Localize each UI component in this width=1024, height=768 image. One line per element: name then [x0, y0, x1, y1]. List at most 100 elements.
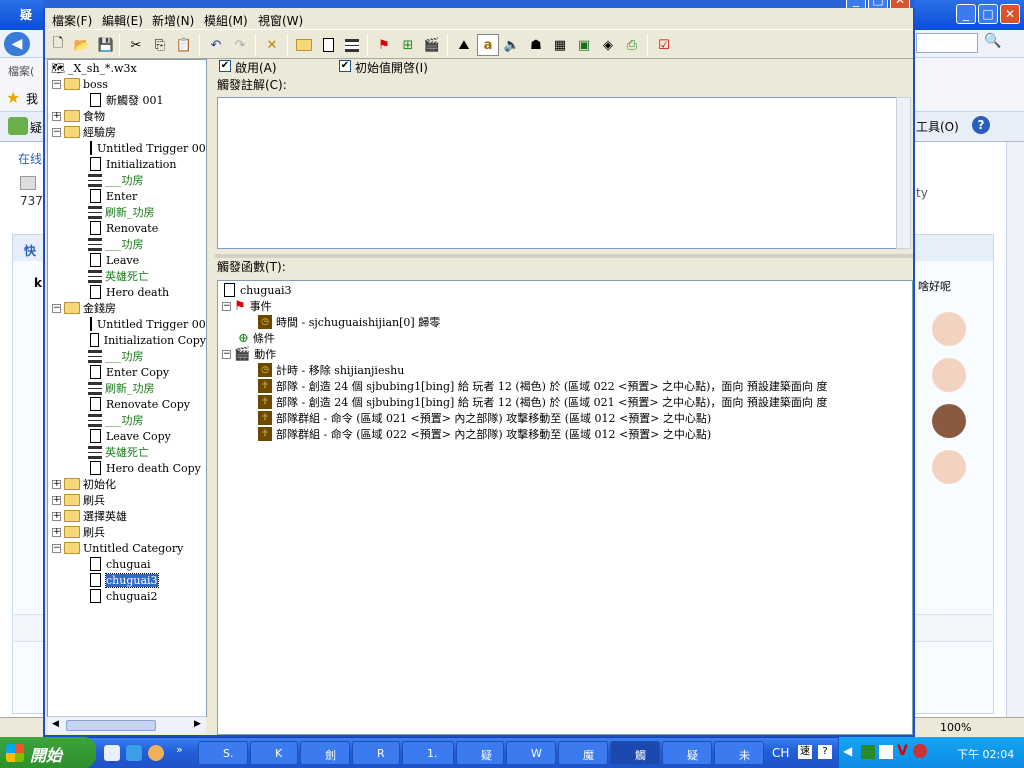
tree-trigger[interactable]: Leave [48, 252, 206, 268]
action-item[interactable]: ◷ 計時 - 移除 shijianjieshu [218, 362, 912, 378]
taskbar-item[interactable]: 疑 [456, 741, 504, 765]
tree-comment[interactable]: 英雄死亡 [48, 268, 206, 284]
tree-category[interactable]: + 選擇英雄 [48, 508, 206, 524]
actions-node[interactable]: − 🎬 動作 [218, 346, 912, 362]
terrain-editor-icon[interactable]: ⛰ [453, 34, 475, 56]
tree-trigger[interactable]: Hero death [48, 284, 206, 300]
tree-trigger[interactable]: Enter Copy [48, 364, 206, 380]
new-icon[interactable]: 🗋 [47, 34, 69, 56]
taskbar-item-active[interactable]: 觸 [610, 741, 660, 765]
new-category-icon[interactable] [293, 34, 315, 56]
tree-category[interactable]: − 金錢房 [48, 300, 206, 316]
ai-editor-icon[interactable]: ▣ [573, 34, 595, 56]
tree-category[interactable]: + 刷兵 [48, 492, 206, 508]
conditions-node[interactable]: ⊕ 條件 [218, 330, 912, 346]
trigger-tree[interactable]: 🗺 _X_sh_*.w3x − boss 新觸發 001 + 食物 − 經驗房 Untitle… [47, 59, 207, 717]
volume-icon[interactable] [879, 745, 893, 759]
browser-tab-label[interactable]: 疑 [30, 119, 42, 136]
comment-scrollbar[interactable] [896, 97, 911, 249]
quicklaunch-more-icon[interactable]: » [176, 743, 183, 756]
minimize-icon[interactable]: _ [956, 4, 976, 24]
new-variable-icon[interactable]: ⊞ [397, 34, 419, 56]
delete-icon[interactable]: ✕ [261, 34, 283, 56]
tree-trigger[interactable]: 新觸發 001 [48, 92, 206, 108]
object-editor-icon[interactable]: ☗ [525, 34, 547, 56]
unit-editor-icon[interactable]: a [477, 34, 499, 56]
tree-trigger[interactable]: Initialization [48, 156, 206, 172]
avatar[interactable] [932, 358, 966, 392]
collapse-icon[interactable]: − [52, 543, 61, 553]
browser-menu-file[interactable]: 檔案( [8, 63, 34, 79]
taskbar-item[interactable]: 魔 [558, 741, 608, 765]
browser-vertical-scrollbar[interactable] [1006, 142, 1024, 717]
taskbar-item[interactable]: S. [198, 741, 248, 765]
expand-icon[interactable]: + [52, 111, 61, 121]
scroll-left-icon[interactable]: ◀ [52, 719, 59, 729]
action-item[interactable]: ☥ 部隊群組 - 命令 (區域 022 <預置> 內之部隊) 攻擊移動至 (區域… [218, 426, 912, 442]
test-map-run-icon[interactable]: ☑ [653, 34, 675, 56]
taskbar-item[interactable]: 未 [714, 741, 764, 765]
trigger-functions-tree[interactable]: chuguai3 − ⚑ 事件 ◷ 時間 - sjchuguaishijian[… [217, 280, 913, 735]
collapse-icon[interactable]: − [52, 303, 61, 313]
taskbar-item[interactable]: W [506, 741, 556, 765]
menu-window[interactable]: 視窗(W) [258, 12, 303, 29]
back-icon[interactable]: ◀ [4, 32, 30, 56]
tree-trigger[interactable]: Renovate Copy [48, 396, 206, 412]
sound-editor-icon[interactable]: 🔈 [501, 34, 523, 56]
collapse-icon[interactable]: − [52, 79, 61, 89]
ime-help-icon[interactable]: ? [818, 745, 832, 759]
tree-trigger[interactable]: Leave Copy [48, 428, 206, 444]
tree-trigger[interactable]: Enter [48, 188, 206, 204]
ime-indicator[interactable]: CH [772, 746, 789, 760]
taskbar-item[interactable]: K [250, 741, 298, 765]
tree-comment[interactable]: ___功房 [48, 172, 206, 188]
copy-icon[interactable]: ⎘ [149, 34, 171, 56]
tree-comment[interactable]: ___功房 [48, 412, 206, 428]
tray-expand-icon[interactable]: ◀ [843, 744, 852, 758]
help-icon[interactable]: ? [972, 116, 990, 134]
tree-category[interactable]: + 初始化 [48, 476, 206, 492]
tree-trigger[interactable]: chuguai [48, 556, 206, 572]
tray-app-icon[interactable] [913, 744, 927, 758]
page-tab-hint[interactable]: 啥好呢 [918, 278, 951, 294]
tree-comment[interactable]: 刷新_功房 [48, 380, 206, 396]
menu-edit[interactable]: 編輯(E) [102, 12, 143, 29]
collapse-icon[interactable]: − [222, 349, 231, 359]
close-icon[interactable]: ✕ [1000, 4, 1020, 24]
save-icon[interactable]: 💾 [95, 34, 117, 56]
tree-trigger[interactable]: Initialization Copy [48, 332, 206, 348]
tree-trigger[interactable]: Hero death Copy [48, 460, 206, 476]
expand-icon[interactable]: + [52, 511, 61, 521]
avatar[interactable] [932, 404, 966, 438]
enabled-checkbox[interactable]: ✔ [219, 60, 231, 72]
search-input[interactable] [916, 33, 978, 53]
action-item[interactable]: ☥ 部隊 - 創造 24 個 sjbubing1[bing] 給 玩者 12 (… [218, 378, 912, 394]
tree-comment[interactable]: 英雄死亡 [48, 444, 206, 460]
undo-icon[interactable]: ↶ [205, 34, 227, 56]
ime-mode-icon[interactable]: 速 [798, 745, 812, 759]
menu-new[interactable]: 新增(N) [152, 12, 194, 29]
tree-trigger[interactable]: chuguai2 [48, 588, 206, 604]
tree-trigger[interactable]: Untitled Trigger 001 [48, 140, 206, 156]
ie-icon[interactable] [126, 745, 142, 761]
comment-textarea[interactable] [217, 97, 897, 249]
tree-category[interactable]: − boss [48, 76, 206, 92]
expand-icon[interactable]: + [52, 527, 61, 537]
clock[interactable]: 下午 02:04 [957, 746, 1014, 762]
taskbar-item[interactable]: R [352, 741, 400, 765]
tree-horizontal-scrollbar[interactable]: ◀ ▶ [48, 716, 206, 734]
search-icon[interactable]: 🔍 [984, 33, 1010, 53]
tree-root[interactable]: 🗺 _X_sh_*.w3x [48, 60, 206, 76]
object-manager-icon[interactable]: ⎙ [621, 34, 643, 56]
zoom-level[interactable]: 100% [940, 721, 971, 734]
redo-icon[interactable]: ↷ [229, 34, 251, 56]
event-item[interactable]: ◷ 時間 - sjchuguaishijian[0] 歸零 [218, 314, 912, 330]
antivirus-icon[interactable]: V [897, 743, 908, 759]
panel-splitter[interactable] [215, 254, 913, 258]
menu-file[interactable]: 檔案(F) [52, 12, 92, 29]
taskbar-item[interactable]: 1. [402, 741, 454, 765]
events-node[interactable]: − ⚑ 事件 [218, 298, 912, 314]
new-trigger-icon[interactable] [317, 34, 339, 56]
action-item[interactable]: ☥ 部隊群組 - 命令 (區域 021 <預置> 內之部隊) 攻擊移動至 (區域… [218, 410, 912, 426]
tools-menu[interactable]: 工具(O) [916, 118, 959, 135]
